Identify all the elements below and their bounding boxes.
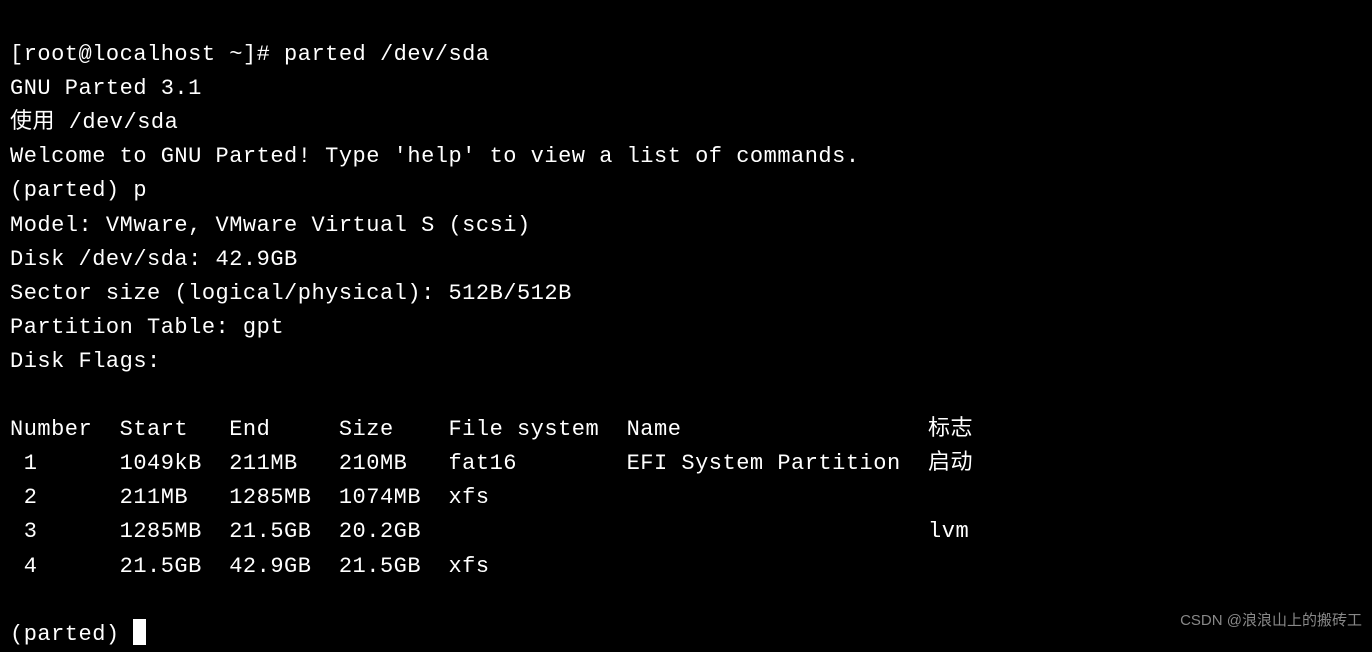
welcome-message: Welcome to GNU Parted! Type 'help' to vi… — [10, 140, 1362, 174]
using-device: 使用 /dev/sda — [10, 106, 1362, 140]
partition-header: Number Start End Size File system Name 标… — [10, 413, 1362, 447]
terminal-output[interactable]: [root@localhost ~]# parted /dev/sda GNU … — [10, 4, 1362, 652]
sector-size: Sector size (logical/physical): 512B/512… — [10, 277, 1362, 311]
parted-command-p: (parted) p — [10, 174, 1362, 208]
disk-flags: Disk Flags: — [10, 345, 1362, 379]
prompt-user-host: [root@localhost ~]# — [10, 42, 284, 67]
parted-prompt: (parted) — [10, 622, 133, 647]
partition-table: Partition Table: gpt — [10, 311, 1362, 345]
parted-version: GNU Parted 3.1 — [10, 72, 1362, 106]
table-row: 2 211MB 1285MB 1074MB xfs — [10, 481, 1362, 515]
disk-model: Model: VMware, VMware Virtual S (scsi) — [10, 209, 1362, 243]
command-text: parted /dev/sda — [284, 42, 490, 67]
table-row: 1 1049kB 211MB 210MB fat16 EFI System Pa… — [10, 447, 1362, 481]
table-row: 3 1285MB 21.5GB 20.2GB lvm — [10, 515, 1362, 549]
watermark-text: CSDN @浪浪山上的搬砖工 — [1180, 609, 1362, 632]
disk-size: Disk /dev/sda: 42.9GB — [10, 243, 1362, 277]
table-row: 4 21.5GB 42.9GB 21.5GB xfs — [10, 550, 1362, 584]
shell-prompt: [root@localhost ~]# parted /dev/sda — [10, 42, 490, 67]
cursor-icon — [133, 619, 146, 645]
